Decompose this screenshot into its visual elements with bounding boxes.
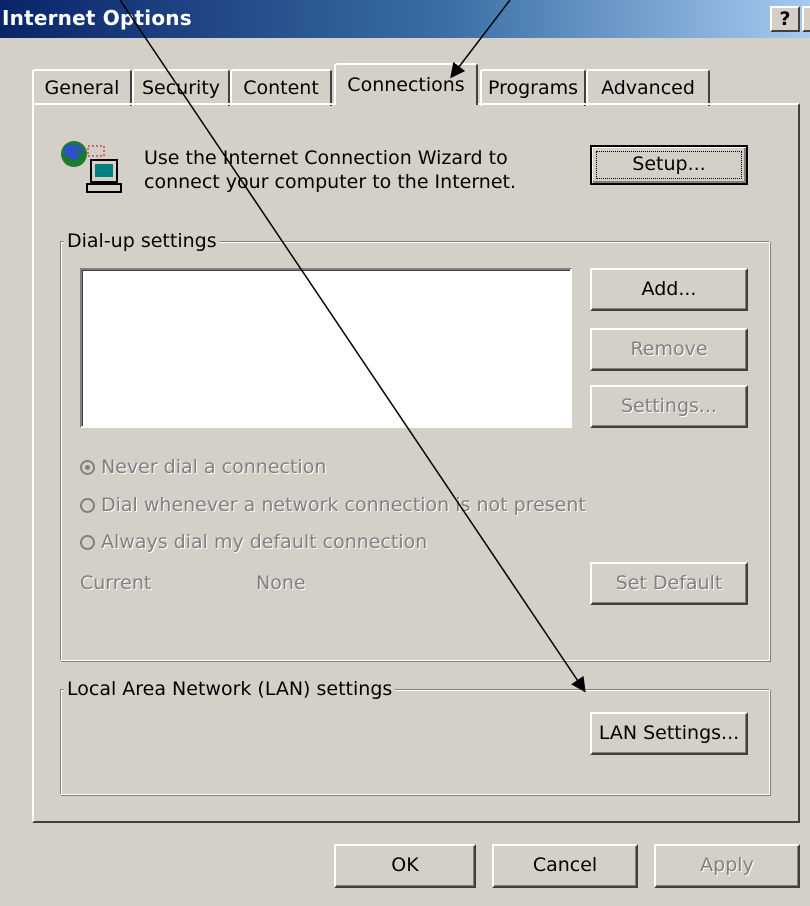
tab-connections[interactable]: Connections	[334, 63, 478, 105]
radio-never-dial-indicator[interactable]	[80, 460, 95, 475]
radio-dial-whenever[interactable]: Dial whenever a network connection is no…	[80, 494, 586, 520]
radio-never-dial-label: Never dial a connection	[101, 456, 327, 478]
wizard-text: Use the Internet Connection Wizard to co…	[144, 146, 516, 194]
wizard-text-line2: connect your computer to the Internet.	[144, 171, 517, 193]
lan-settings-button[interactable]: LAN Settings...	[590, 712, 748, 755]
set-default-button[interactable]: Set Default	[590, 562, 748, 605]
title-bar: Internet Options ? X	[0, 0, 810, 38]
dialup-legend: Dial-up settings	[64, 230, 220, 252]
ok-button[interactable]: OK	[334, 844, 476, 888]
globe-computer-icon	[58, 138, 128, 198]
lan-legend: Local Area Network (LAN) settings	[64, 678, 396, 700]
tab-advanced[interactable]: Advanced	[586, 69, 710, 106]
close-button[interactable]: X	[802, 6, 810, 32]
current-value: None	[256, 572, 306, 594]
radio-always-dial-indicator[interactable]	[80, 535, 95, 550]
radio-dial-whenever-indicator[interactable]	[80, 498, 95, 513]
settings-button[interactable]: Settings...	[590, 385, 748, 428]
help-button[interactable]: ?	[770, 6, 800, 32]
wizard-text-line1: Use the Internet Connection Wizard to	[144, 147, 508, 169]
add-button[interactable]: Add...	[590, 268, 748, 311]
radio-always-dial[interactable]: Always dial my default connection	[80, 531, 427, 557]
radio-always-dial-label: Always dial my default connection	[101, 531, 428, 553]
tab-security[interactable]: Security	[132, 69, 230, 106]
tab-general[interactable]: General	[32, 69, 132, 106]
radio-dial-whenever-label: Dial whenever a network connection is no…	[101, 494, 586, 516]
tab-content[interactable]: Content	[230, 69, 332, 106]
current-label: Current	[80, 572, 152, 594]
window-title: Internet Options	[2, 6, 192, 30]
active-tab-joint	[336, 101, 476, 105]
setup-button[interactable]: Setup...	[590, 145, 748, 185]
apply-button[interactable]: Apply	[654, 844, 800, 888]
tab-programs[interactable]: Programs	[480, 69, 586, 106]
remove-button[interactable]: Remove	[590, 328, 748, 371]
connections-list[interactable]	[80, 268, 572, 428]
radio-never-dial[interactable]: Never dial a connection	[80, 456, 326, 482]
cancel-button[interactable]: Cancel	[492, 844, 638, 888]
